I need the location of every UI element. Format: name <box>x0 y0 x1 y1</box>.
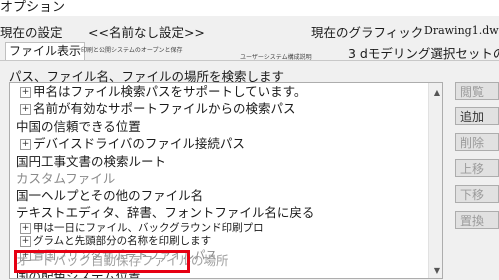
path-buttons: 閲覧 追加 削除 上移 下移 置換 <box>455 82 499 280</box>
scroll-up-icon[interactable]: ▲ <box>434 88 440 97</box>
expand-icon[interactable]: + <box>20 235 31 247</box>
window-title: オプション <box>0 0 66 15</box>
replace-button[interactable]: 置換 <box>455 211 499 229</box>
expand-icon[interactable]: + <box>20 139 31 150</box>
autosave-highlight <box>14 250 190 273</box>
search-paths-tree[interactable]: + 甲名はファイル検索パスをサポートしています。 + 名前が有効なサポートファイルか… <box>9 82 443 279</box>
add-button[interactable]: 追加 <box>455 107 499 125</box>
tree-scrollbar[interactable]: ▲ ▼ <box>428 83 442 278</box>
tree-item[interactable]: 国円工事文書の検索ルート <box>16 154 166 170</box>
move-up-button[interactable]: 上移 <box>455 159 499 177</box>
browse-button[interactable]: 閲覧 <box>455 82 499 100</box>
title-bar: オプション <box>0 0 499 16</box>
tab-strip: ファイル表示 印刷と公開システムのオープンと保存 ユーザーシステム構成説明 3 … <box>0 42 499 61</box>
expand-icon[interactable]: + <box>20 87 31 98</box>
tree-item[interactable]: 中国の信頼できる位置 <box>16 119 141 135</box>
tree-item[interactable]: + 甲は一日にファイル、バックグラウンド印刷プロ <box>20 222 264 235</box>
tab-print-open-save[interactable]: 印刷と公開システムのオープンと保存 <box>81 46 182 55</box>
move-down-button[interactable]: 下移 <box>455 185 499 203</box>
tab-files[interactable]: ファイル表示 <box>5 42 86 60</box>
tab-3d-modeling[interactable]: 3 dモデリング選択セットの設 <box>348 43 499 62</box>
expand-icon[interactable]: + <box>20 104 31 115</box>
tree-item[interactable]: + デバイスドライバのファイル接続パス <box>20 136 245 152</box>
tree-item[interactable]: カスタムファイル <box>16 171 115 187</box>
tree-item[interactable]: + 甲名はファイル検索パスをサポートしています。 <box>20 84 306 100</box>
current-profile-value: <<名前なし設定>> <box>88 25 205 40</box>
current-profile-row: 現在の設定 <<名前なし設定>> 現在のグラフィック Drawing1.dwg <box>0 20 499 40</box>
current-drawing-label: 現在のグラフィック <box>311 25 424 40</box>
current-profile-label: 現在の設定 <box>0 25 63 40</box>
tree-item[interactable]: 国一ヘルプとその他のファイル名 <box>16 188 203 204</box>
tree-item[interactable]: + 名前が有効なサポートファイルからの検索パス <box>20 101 296 117</box>
expand-icon[interactable]: + <box>20 222 31 234</box>
current-drawing-value: Drawing1.dwg <box>424 24 499 37</box>
scroll-down-icon[interactable]: ▼ <box>434 266 440 275</box>
remove-button[interactable]: 削除 <box>455 133 499 151</box>
tree-item[interactable]: テキストエディタ、辞書、フォントファイル名に戻る <box>16 205 314 221</box>
tab-user-system[interactable]: ユーザーシステム構成説明 <box>240 53 312 62</box>
